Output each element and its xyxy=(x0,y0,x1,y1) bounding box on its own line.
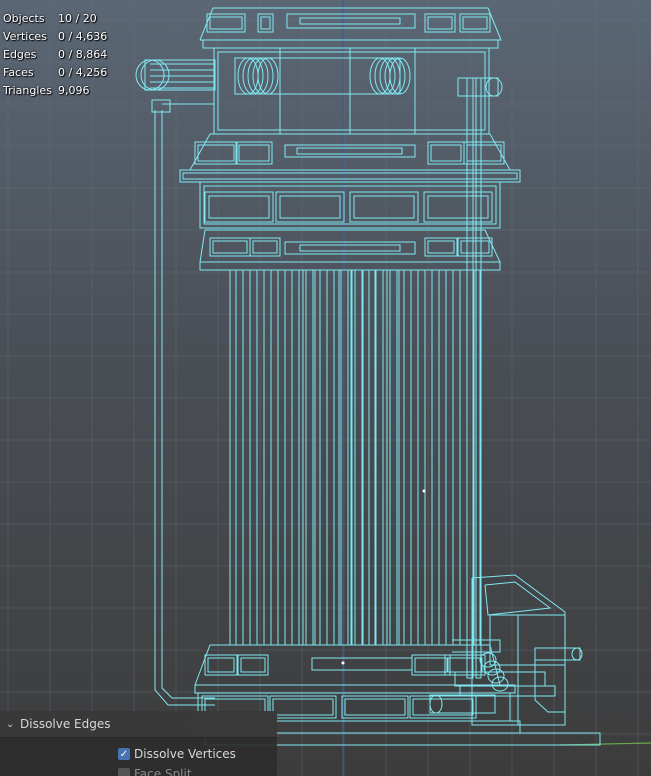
stat-edges: Edges 0 / 8,864 xyxy=(3,48,108,61)
face-split-option[interactable]: Face Split xyxy=(118,767,192,776)
stat-triangles: Triangles 9,096 xyxy=(3,84,90,97)
dissolve-vertices-option[interactable]: ✓ Dissolve Vertices xyxy=(118,747,236,761)
chevron-down-icon[interactable]: ⌄ xyxy=(6,719,20,730)
operator-panel-header[interactable]: ⌄ Dissolve Edges xyxy=(0,711,277,738)
stat-vertices: Vertices 0 / 4,636 xyxy=(3,30,108,43)
face-split-checkbox[interactable] xyxy=(118,768,130,776)
operator-redo-panel: ⌄ Dissolve Edges ✓ Dissolve Vertices Fac… xyxy=(0,711,277,776)
3d-viewport[interactable]: Objects 10 / 20 Vertices 0 / 4,636 Edges… xyxy=(0,0,651,776)
operator-title: Dissolve Edges xyxy=(20,717,111,731)
dissolve-vertices-label: Dissolve Vertices xyxy=(134,747,236,761)
wireframe-model[interactable] xyxy=(0,0,651,776)
stat-faces: Faces 0 / 4,256 xyxy=(3,66,108,79)
face-split-label: Face Split xyxy=(134,767,192,776)
stat-objects: Objects 10 / 20 xyxy=(3,12,97,25)
statistics-overlay: Objects 10 / 20 Vertices 0 / 4,636 Edges… xyxy=(3,10,107,100)
dissolve-vertices-checkbox[interactable]: ✓ xyxy=(118,748,130,760)
